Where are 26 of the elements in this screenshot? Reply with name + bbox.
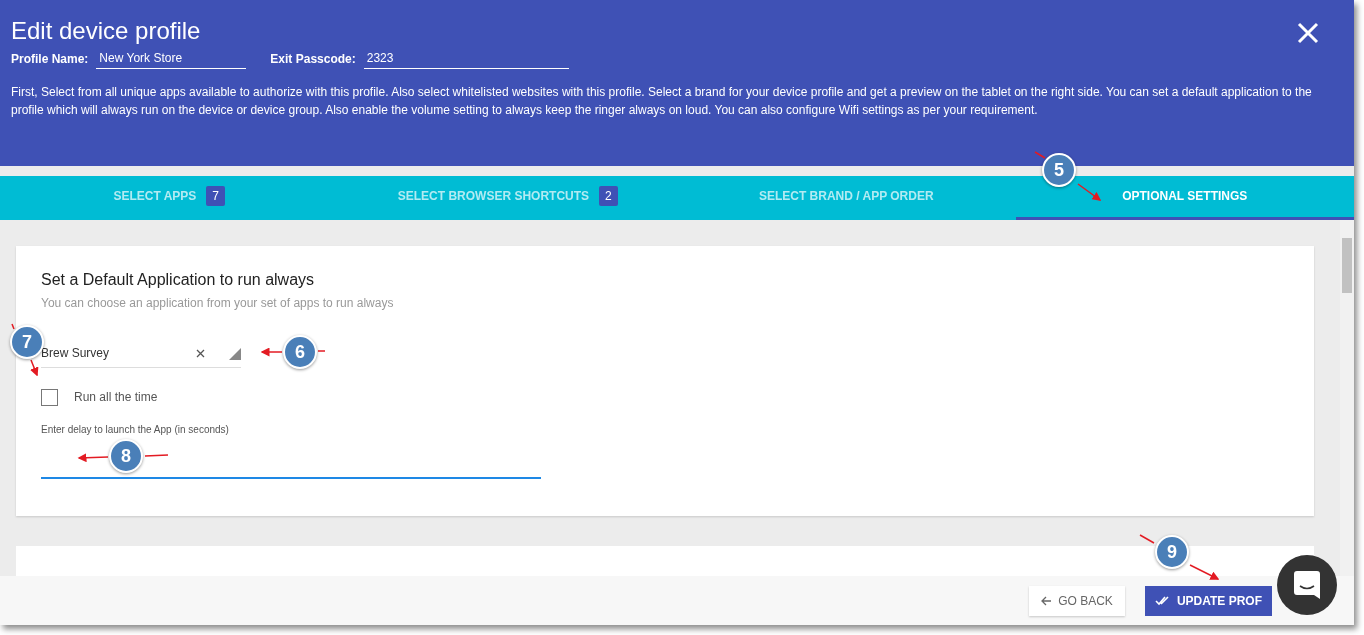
count-badge: 2 [599, 186, 618, 207]
text-field[interactable]: New York Store [96, 48, 247, 69]
left-arrow-icon [1041, 595, 1053, 606]
tab[interactable]: SELECT BROWSER SHORTCUTS 2 [338, 175, 677, 221]
select-value: Brew Survey [41, 344, 111, 362]
double-check-icon [1154, 595, 1171, 606]
update-button[interactable]: UPDATE PROF [1144, 585, 1272, 616]
text-field[interactable]: 2323 [363, 48, 569, 69]
close-icon[interactable] [1297, 20, 1319, 44]
section-title: Set a Default Application to run always [41, 270, 316, 291]
dialog-title: Edit device profile [11, 16, 201, 46]
count-badge: 7 [206, 186, 226, 207]
tab[interactable]: SELECT APPS 7 [0, 175, 339, 221]
app-select[interactable]: Brew Survey [41, 338, 241, 369]
field-label: Enter delay to launch the App (in seconds) [41, 423, 229, 438]
section-subtitle: You can choose an application from your set of apps to run always [41, 295, 395, 313]
field-label: Exit Passcode: [270, 50, 356, 68]
scrollbar[interactable] [1340, 220, 1354, 577]
arrow [260, 347, 326, 357]
checkbox-label: Run all the time [74, 389, 158, 407]
description-text: First, Select from all unique apps available to authorize with this profile. Also select whitelisted websites with this profile. Select a brand for your device profile and get a preview on the tablet on the right side. You can set a default application to the profile which will always run on the device or device group. Also enable the volume setting to always keep the ringer always on loud. You can also configure Wifi settings as per your requirement. [11, 84, 1313, 119]
back-button[interactable]: GO BACK [1029, 585, 1125, 616]
checkbox[interactable] [41, 388, 58, 406]
arrow [1034, 151, 1102, 201]
arrow [11, 323, 39, 377]
field-label: Profile Name: [11, 50, 89, 68]
